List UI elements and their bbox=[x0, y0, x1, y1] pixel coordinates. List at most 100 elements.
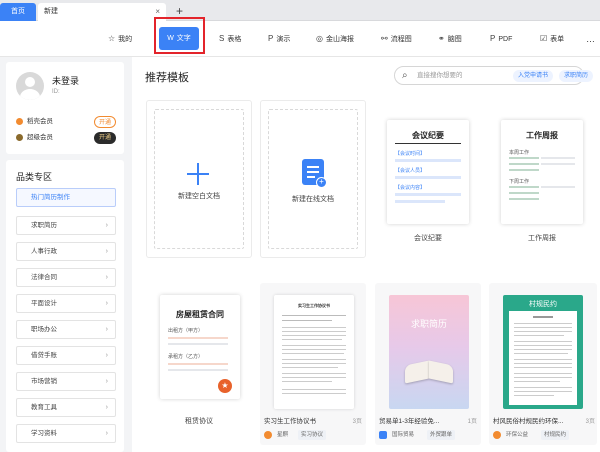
toolbar-item-form[interactable]: ☑ 表单 bbox=[540, 32, 564, 46]
login-status[interactable]: 未登录 bbox=[52, 74, 79, 87]
author-avatar bbox=[379, 431, 387, 439]
template-tag[interactable]: 村规民约 bbox=[541, 430, 570, 440]
category-item[interactable]: 职场办公 › bbox=[16, 320, 116, 339]
thumb-title: 房屋租赁合同 bbox=[176, 310, 224, 319]
toolbar-label: 我的 bbox=[118, 36, 133, 43]
author-avatar bbox=[493, 431, 501, 439]
toolbar-label: PDF bbox=[498, 36, 513, 43]
search-bar[interactable]: ⌕ 直接搜你想要的 入党申请书 求职简历 bbox=[394, 66, 594, 85]
chevron-right-icon: › bbox=[105, 248, 108, 255]
tab-new[interactable]: 新建 × bbox=[38, 3, 166, 21]
search-tag[interactable]: 求职简历 bbox=[559, 70, 594, 82]
more-icon[interactable]: … bbox=[586, 32, 595, 46]
new-blank-doc-card[interactable]: 新建空白文档 bbox=[146, 100, 252, 258]
toolbar-label: 表单 bbox=[550, 36, 565, 43]
toolbar-item-writer[interactable]: W 文字 bbox=[159, 27, 199, 50]
category-label: 求职简历 bbox=[31, 222, 57, 229]
page-count: 3页 bbox=[585, 419, 595, 425]
vip-row-docer: 稻壳会员 开通 bbox=[16, 115, 116, 129]
category-panel: 品类专区 热门简历制作 求职简历 › 人事行政 › 法律合同 › 平面设计 › 职场办公… bbox=[6, 160, 124, 452]
page-count: 1页 bbox=[467, 419, 477, 425]
open-docer-vip-button[interactable]: 开通 bbox=[94, 116, 116, 128]
template-card-weekly[interactable]: 工作周报 本周工作 下周工作 工作周报 bbox=[489, 100, 595, 258]
tab-home[interactable]: 首页 bbox=[0, 3, 36, 21]
category-item[interactable]: 法律合同 › bbox=[16, 268, 116, 287]
category-label: 法律合同 bbox=[31, 274, 57, 281]
category-item[interactable]: 学习资料 › bbox=[16, 424, 116, 443]
user-id: ID: bbox=[52, 89, 60, 95]
chevron-right-icon: › bbox=[105, 222, 108, 229]
toolbar-item-mindmap[interactable]: ⚭ 脑图 bbox=[438, 32, 462, 46]
chevron-right-icon: › bbox=[105, 378, 108, 385]
category-label: 市场营销 bbox=[31, 378, 57, 385]
thumb-title: 工作周报 bbox=[526, 131, 558, 140]
chevron-right-icon: › bbox=[105, 326, 108, 333]
thumb-section: 下周工作 bbox=[509, 179, 530, 185]
toolbar-item-flowchart[interactable]: ⚯ 流程图 bbox=[381, 32, 412, 46]
thumb-field: 【会议内容】 bbox=[395, 185, 426, 191]
page-count: 3页 bbox=[352, 419, 362, 425]
vip-label: 超级会员 bbox=[27, 134, 53, 141]
template-thumbnail: 房屋租赁合同 出租方（甲方） 承租方（乙方） ★ bbox=[160, 295, 240, 399]
profile-card: 未登录 ID: 稻壳会员 开通 超级会员 开通 bbox=[6, 62, 124, 154]
toolbar-item-pdf[interactable]: P PDF bbox=[490, 32, 512, 46]
template-card-village[interactable]: 村规民约 村风民俗村规民约环保... 3页 环保公益 村规民约 bbox=[489, 283, 597, 445]
toolbar-item-poster[interactable]: ◎ 金山海报 bbox=[316, 32, 354, 46]
author-name: 国际贸易 bbox=[392, 432, 415, 438]
card-label: 租赁协议 bbox=[185, 418, 213, 425]
category-label: 教育工具 bbox=[31, 404, 57, 411]
template-tag[interactable]: 外贸跟单 bbox=[427, 430, 456, 440]
avatar[interactable] bbox=[16, 72, 44, 100]
main-panel: 推荐模板 ⌕ 直接搜你想要的 入党申请书 求职简历 新建空白文档 + 新建在线文… bbox=[132, 57, 600, 452]
open-book-icon bbox=[405, 357, 453, 384]
thumb-heading: 求职简历 bbox=[410, 320, 447, 330]
category-item[interactable]: 平面设计 › bbox=[16, 294, 116, 313]
category-label: 借贷手账 bbox=[31, 352, 57, 359]
chevron-right-icon: › bbox=[105, 404, 108, 411]
close-icon[interactable]: × bbox=[155, 3, 160, 21]
pdf-icon: P bbox=[490, 34, 496, 43]
add-tab-icon[interactable]: + bbox=[176, 3, 183, 19]
thumb-section: 本周工作 bbox=[509, 150, 530, 156]
tab-new-label: 新建 bbox=[44, 8, 58, 15]
category-item[interactable]: 热门简历制作 bbox=[16, 188, 116, 207]
form-icon: ☑ bbox=[540, 34, 548, 43]
card-label: 新建空白文档 bbox=[178, 193, 220, 200]
toolbar-label: 演示 bbox=[276, 36, 291, 43]
toolbar-item-sheet[interactable]: S 表格 bbox=[219, 32, 241, 46]
app-window: 首页 新建 × + ☆ 我的 W 文字 S 表格 P 演示 ◎ 金山海报 ⚯ 流程图 ⚭ 脑图 bbox=[0, 0, 600, 452]
category-item[interactable]: 市场营销 › bbox=[16, 372, 116, 391]
template-card-intern[interactable]: 实习生工作协议书 实习生工作协议书 3页 星麒 实习协议 bbox=[260, 283, 366, 445]
presentation-icon: P bbox=[268, 34, 274, 43]
category-title: 品类专区 bbox=[16, 172, 53, 182]
open-super-vip-button[interactable]: 开通 bbox=[94, 132, 116, 144]
search-tag[interactable]: 入党申请书 bbox=[513, 70, 554, 82]
template-thumbnail: 工作周报 本周工作 下周工作 bbox=[501, 120, 583, 224]
category-item[interactable]: 求职简历 › bbox=[16, 216, 116, 235]
toolbar-label: 表格 bbox=[227, 36, 242, 43]
template-card-meeting[interactable]: 会议纪要 【会议时间】 【会议人员】 【会议内容】 会议纪要 bbox=[375, 100, 481, 258]
category-label: 平面设计 bbox=[31, 300, 57, 307]
author-avatar bbox=[264, 431, 272, 439]
template-card-lease[interactable]: 房屋租赁合同 出租方（甲方） 承租方（乙方） ★ 租赁协议 bbox=[146, 283, 252, 441]
search-input[interactable]: 直接搜你想要的 bbox=[417, 67, 463, 84]
new-online-doc-card[interactable]: + 新建在线文档 bbox=[260, 100, 366, 258]
author-name: 环保公益 bbox=[506, 432, 529, 438]
thumb-heading: 村规民约 bbox=[529, 301, 557, 308]
template-thumbnail: 会议纪要 【会议时间】 【会议人员】 【会议内容】 bbox=[387, 120, 469, 224]
template-card-resume[interactable]: 求职简历 贸易单1-3年经验免... 1页 国际贸易 外贸跟单 bbox=[375, 283, 481, 445]
category-item[interactable]: 人事行政 › bbox=[16, 242, 116, 261]
online-doc-icon: + bbox=[302, 159, 327, 188]
thumb-field: 【会议时间】 bbox=[395, 151, 426, 157]
template-tag[interactable]: 实习协议 bbox=[298, 430, 327, 440]
plus-icon-vertical bbox=[197, 163, 199, 185]
vip-row-super: 超级会员 开通 bbox=[16, 131, 116, 145]
category-item[interactable]: 借贷手账 › bbox=[16, 346, 116, 365]
category-item[interactable]: 教育工具 › bbox=[16, 398, 116, 417]
author-name: 星麒 bbox=[277, 432, 289, 438]
page-title: 推荐模板 bbox=[145, 72, 189, 84]
toolbar-item-slides[interactable]: P 演示 bbox=[268, 32, 290, 46]
toolbar-item-my[interactable]: ☆ 我的 bbox=[108, 32, 132, 46]
thumb-paper bbox=[509, 311, 577, 405]
vip-label: 稻壳会员 bbox=[27, 118, 53, 125]
